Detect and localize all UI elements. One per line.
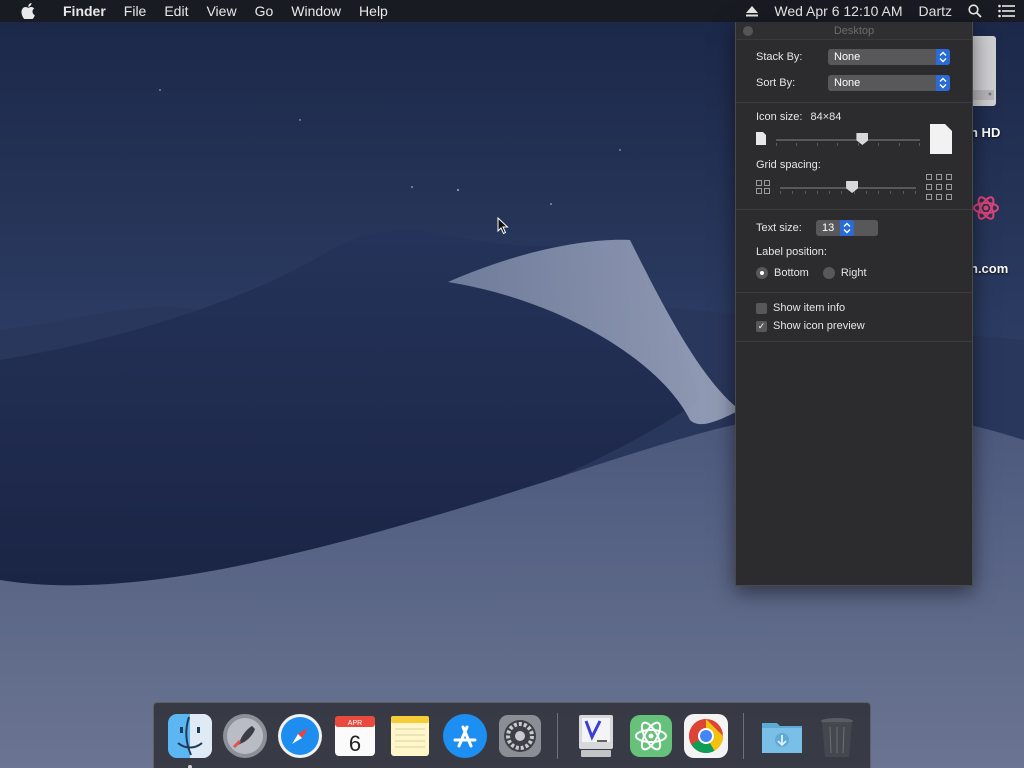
trash-icon (820, 717, 853, 757)
menubar-user-name[interactable]: Dartz (919, 0, 952, 22)
checkbox-unchecked (756, 302, 767, 314)
icon-size-slider[interactable] (776, 133, 920, 146)
dock-vim[interactable] (572, 712, 620, 760)
dock-downloads[interactable] (758, 712, 806, 760)
calendar-day: 6 (348, 731, 360, 756)
dock-notes[interactable] (386, 712, 434, 760)
show-item-info-checkbox[interactable]: Show item info (756, 299, 952, 317)
vim-icon (578, 714, 613, 757)
menubar-clock[interactable]: Wed Apr 6 12:10 AM (774, 0, 902, 22)
dock-calendar[interactable]: APR 6 (331, 712, 379, 760)
dock-separator (557, 712, 558, 759)
stack-by-popup[interactable]: None (828, 49, 950, 65)
dock-app-store[interactable] (441, 712, 489, 760)
spotlight-search-icon[interactable] (968, 4, 982, 18)
dock-safari[interactable] (276, 712, 324, 760)
label-position-bottom-radio[interactable]: Bottom (756, 267, 809, 279)
stack-by-label: Stack By: (756, 51, 803, 63)
checkmark-icon: ✓ (756, 320, 767, 332)
menu-go[interactable]: Go (246, 0, 283, 22)
show-icon-preview-label: Show icon preview (773, 320, 865, 332)
menu-window[interactable]: Window (282, 0, 350, 22)
text-size-label: Text size: (756, 222, 802, 234)
options-section: Show item info ✓ Show icon preview (736, 293, 972, 342)
grid-spacing-label: Grid spacing: (756, 159, 821, 171)
dock-system-preferences[interactable] (496, 712, 544, 760)
sort-by-label: Sort By: (756, 77, 796, 89)
icon-size-label: Icon size: (756, 111, 803, 123)
text-size-popup[interactable]: 13 (816, 220, 878, 236)
eject-icon[interactable] (746, 5, 759, 17)
grid-spacing-slider[interactable] (780, 181, 916, 194)
wide-grid-icon (926, 173, 952, 203)
text-size-value: 13 (822, 222, 835, 234)
label-position-label: Label position: (756, 246, 827, 258)
menu-app-name[interactable]: Finder (54, 0, 115, 22)
calendar-icon: APR 6 (334, 715, 375, 756)
dock-separator (743, 712, 744, 759)
dock: APR 6 (153, 702, 871, 768)
small-document-icon (756, 132, 766, 148)
menu-file[interactable]: File (115, 0, 156, 22)
popup-arrows-icon (936, 49, 950, 65)
calendar-month: APR (347, 720, 361, 727)
dock-atom[interactable] (627, 712, 675, 760)
label-section: Text size: 13 Label position: Bottom Rig… (736, 210, 972, 293)
large-document-icon (930, 123, 952, 157)
app-store-icon (442, 713, 487, 758)
menu-view[interactable]: View (197, 0, 245, 22)
system-preferences-icon (498, 714, 541, 757)
notes-icon (390, 715, 429, 756)
menu-bar: Finder File Edit View Go Window Help Wed… (0, 0, 1024, 22)
icon-layout-section: Icon size: 84×84 Grid spacing: (736, 103, 972, 210)
panel-title-bar: Desktop (736, 22, 972, 40)
dock-trash[interactable] (813, 712, 861, 760)
label-position-bottom-label: Bottom (774, 267, 809, 279)
chrome-icon (683, 713, 728, 758)
dock-chrome[interactable] (682, 712, 730, 760)
label-position-right-radio[interactable]: Right (822, 267, 867, 279)
radio-unselected (822, 267, 835, 279)
arrange-section: Stack By: None Sort By: None (736, 40, 972, 103)
atom-icon (629, 714, 672, 757)
launchpad-icon (222, 713, 267, 758)
running-indicator (187, 764, 192, 768)
apple-menu-icon[interactable] (18, 3, 38, 19)
mouse-pointer-icon (497, 216, 509, 240)
safari-icon (277, 713, 322, 758)
desktop-icon-label-file: n.com (970, 261, 1009, 276)
sort-by-value: None (834, 77, 861, 89)
close-button[interactable] (743, 26, 753, 36)
show-icon-preview-checkbox[interactable]: ✓ Show icon preview (756, 317, 952, 335)
popup-arrows-icon (840, 220, 855, 236)
desktop-icon-label-hard-drive: h HD (970, 125, 1001, 140)
icon-size-value: 84×84 (810, 111, 842, 123)
sort-by-popup[interactable]: None (828, 75, 950, 91)
dock-finder[interactable] (166, 712, 214, 768)
label-position-right-label: Right (840, 267, 867, 279)
show-item-info-label: Show item info (773, 302, 846, 314)
menu-help[interactable]: Help (350, 0, 397, 22)
stack-by-value: None (834, 51, 861, 63)
downloads-folder-icon (761, 722, 802, 753)
menu-edit[interactable]: Edit (155, 0, 197, 22)
panel-title: Desktop (833, 25, 875, 37)
tight-grid-icon (756, 179, 770, 197)
desktop-view-options-panel: Desktop Stack By: None Sort By: None Ico… (735, 22, 973, 586)
radio-selected (756, 267, 768, 279)
popup-arrows-icon (936, 75, 950, 91)
notification-center-icon[interactable] (998, 4, 1016, 18)
dock-launchpad[interactable] (221, 712, 269, 760)
finder-icon (167, 713, 212, 758)
